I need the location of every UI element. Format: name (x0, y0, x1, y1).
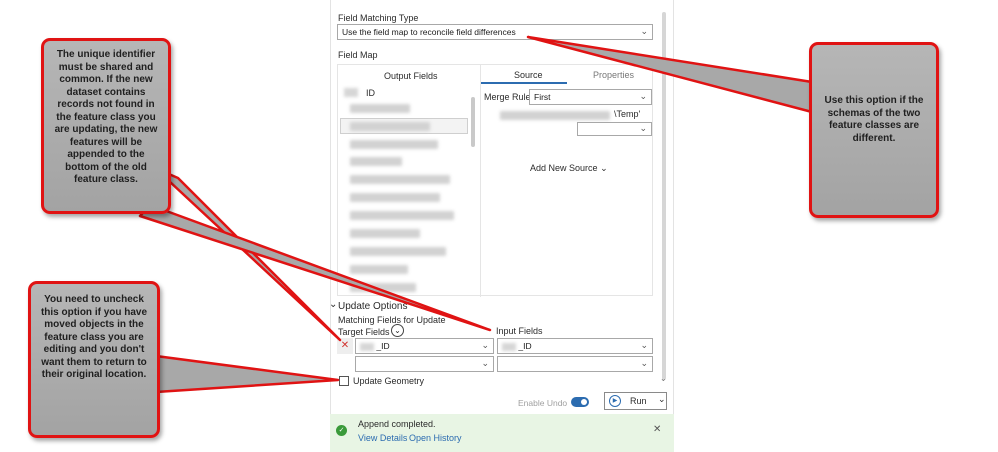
callout-unique-identifier: The unique identifier must be shared and… (41, 38, 171, 214)
pointer-input-fields (138, 203, 492, 332)
pointer-update-geometry (154, 354, 340, 394)
pointer-target-fields (153, 166, 342, 342)
callout-text: You need to uncheck this option if you h… (40, 294, 148, 380)
callout-field-matching: Use this option if the schemas of the tw… (809, 42, 939, 218)
pointer-field-matching (526, 35, 814, 114)
callout-text: Use this option if the schemas of the tw… (824, 95, 924, 144)
callout-text: The unique identifier must be shared and… (54, 49, 158, 185)
callout-update-geometry: You need to uncheck this option if you h… (28, 281, 160, 438)
